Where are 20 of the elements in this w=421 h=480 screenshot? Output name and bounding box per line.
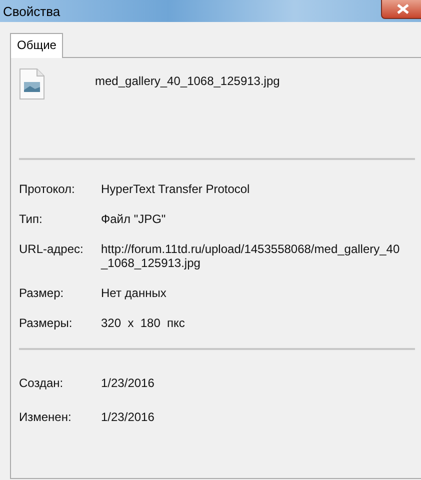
property-value: HyperText Transfer Protocol [101,182,251,196]
property-label: Размеры: [19,316,74,330]
property-label: URL-адрес: [19,242,84,258]
property-label: Размер: [19,286,65,300]
close-icon [397,4,409,14]
property-value: Нет данных [101,286,168,300]
property-label: Протокол: [19,182,76,196]
property-value: http://forum.11td.ru/upload/1453558068/med_gallery_40_1068_125913.jpg [101,242,401,270]
property-value: 320 x 180 пкс [101,316,186,330]
property-label: Изменен: [19,410,72,424]
property-value: Файл "JPG" [101,212,167,226]
tab[interactable]: Общие [10,33,64,58]
property-label: Тип: [19,212,44,226]
property-label: Создан: [19,376,64,390]
window-title: Свойства [2,4,60,18]
property-value: 1/23/2016 [101,376,156,390]
close-button[interactable] [381,0,421,19]
property-value: 1/23/2016 [101,410,156,424]
image-file-icon [19,68,45,100]
file-name: med_gallery_40_1068_125913.jpg [95,73,280,90]
